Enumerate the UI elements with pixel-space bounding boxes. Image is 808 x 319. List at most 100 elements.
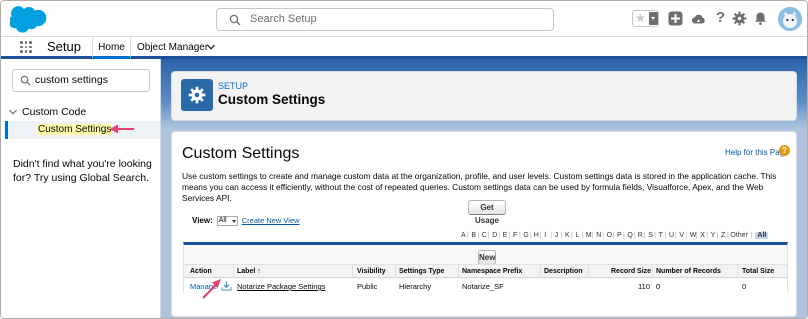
alphabet-filter-f[interactable]: F bbox=[513, 232, 517, 239]
tree-item-custom-settings[interactable]: Custom Settings bbox=[5, 121, 160, 139]
alphabet-separator: | bbox=[560, 232, 563, 239]
help-circle-icon[interactable]: ? bbox=[779, 145, 790, 156]
page-title: Custom Settings bbox=[182, 145, 300, 162]
alphabet-separator: | bbox=[602, 232, 605, 239]
alphabet-filter-d[interactable]: D bbox=[492, 232, 497, 239]
alphabet-separator: | bbox=[664, 232, 667, 239]
create-new-view-link[interactable]: Create New View bbox=[242, 216, 300, 225]
alphabet-filter-g[interactable]: G bbox=[523, 232, 528, 239]
custom-settings-panel: Custom Settings Help for this Page ? Use… bbox=[171, 131, 797, 317]
alphabet-filter-e[interactable]: E bbox=[503, 232, 508, 239]
alphabet-separator: | bbox=[487, 232, 490, 239]
gear-icon bbox=[188, 86, 206, 104]
alphabet-filter-t[interactable]: T bbox=[659, 232, 663, 239]
column-header-settings-type[interactable]: Settings Type bbox=[399, 268, 444, 275]
alphabet-separator: | bbox=[716, 232, 719, 239]
app-launcher-icon[interactable] bbox=[20, 41, 32, 53]
alphabet-filter-b[interactable]: B bbox=[471, 232, 476, 239]
annotation-arrow-icon bbox=[202, 279, 221, 299]
setting-label-link[interactable]: Notarize Package Settings bbox=[237, 282, 325, 291]
alphabet-separator: | bbox=[612, 232, 615, 239]
column-header-record-size[interactable]: Record Size bbox=[611, 268, 651, 275]
alphabet-filter-a[interactable]: A bbox=[461, 232, 466, 239]
search-icon bbox=[229, 14, 241, 26]
alphabet-filter-r[interactable]: R bbox=[638, 232, 643, 239]
alphabet-filter-i[interactable]: I bbox=[544, 232, 546, 239]
alphabet-filter-m[interactable]: M bbox=[586, 232, 592, 239]
alphabet-filter-j[interactable]: J bbox=[555, 232, 559, 239]
alphabet-separator: | bbox=[581, 232, 584, 239]
column-header-description[interactable]: Description bbox=[544, 268, 583, 275]
alphabet-separator: | bbox=[591, 232, 594, 239]
alphabet-filter-v[interactable]: V bbox=[679, 232, 684, 239]
annotation-arrow-icon bbox=[110, 124, 134, 134]
search-icon bbox=[20, 75, 31, 86]
alphabet-filter-c[interactable]: C bbox=[482, 232, 487, 239]
alphabet-separator: | bbox=[529, 232, 532, 239]
column-header-namespace-prefix[interactable]: Namespace Prefix bbox=[462, 268, 522, 275]
alphabet-filter-y[interactable]: Y bbox=[711, 232, 716, 239]
custom-settings-list: New Action Label ↑ Visibility Settings T… bbox=[183, 242, 788, 293]
get-usage-button[interactable]: Get Usage bbox=[468, 200, 506, 225]
column-header-total-size[interactable]: Total Size bbox=[742, 268, 774, 275]
quick-find-input[interactable]: custom settings bbox=[12, 69, 150, 92]
column-header-action: Action bbox=[190, 268, 212, 275]
alphabet-filter-s[interactable]: S bbox=[648, 232, 653, 239]
gear-icon[interactable] bbox=[732, 11, 747, 26]
alphabet-separator: | bbox=[498, 232, 501, 239]
column-divider bbox=[458, 264, 459, 278]
add-icon[interactable] bbox=[668, 11, 683, 26]
trailhead-icon[interactable] bbox=[691, 11, 706, 26]
column-header-label[interactable]: Label ↑ bbox=[237, 268, 261, 275]
cell-total-size: 0 bbox=[742, 282, 747, 291]
alphabet-separator: | bbox=[519, 232, 521, 239]
column-header-number-of-records[interactable]: Number of Records bbox=[656, 268, 721, 275]
setup-gear-tile bbox=[181, 79, 213, 111]
column-divider bbox=[233, 264, 234, 278]
favorites-dropdown-icon[interactable] bbox=[649, 12, 658, 25]
bell-icon[interactable] bbox=[753, 11, 768, 26]
chevron-down-icon[interactable] bbox=[9, 109, 17, 115]
search-placeholder: Search Setup bbox=[250, 13, 317, 25]
alphabet-filter-p[interactable]: P bbox=[617, 232, 622, 239]
alphabet-filter-k[interactable]: K bbox=[565, 232, 570, 239]
new-button[interactable]: New bbox=[478, 250, 496, 265]
global-header: Search Setup ★ ? bbox=[1, 1, 807, 37]
alphabet-filter-x[interactable]: X bbox=[700, 232, 705, 239]
alphabet-separator: | bbox=[727, 232, 729, 239]
user-avatar[interactable] bbox=[778, 7, 802, 31]
alphabet-filter-h[interactable]: H bbox=[534, 232, 539, 239]
app-name: Setup bbox=[47, 39, 81, 54]
global-search-input[interactable]: Search Setup bbox=[216, 8, 554, 31]
alphabet-filter-z[interactable]: Z bbox=[721, 232, 725, 239]
cell-number-of-records: 0 bbox=[656, 282, 661, 291]
chevron-down-icon[interactable] bbox=[207, 44, 215, 50]
tab-object-manager[interactable]: Object Manager bbox=[137, 37, 225, 59]
alphabet-separator: | bbox=[508, 232, 511, 239]
alphabet-filter-other[interactable]: Other bbox=[730, 232, 748, 239]
cell-visibility: Public bbox=[357, 282, 378, 291]
alphabet-separator: | bbox=[654, 232, 657, 239]
tree-node-custom-code[interactable]: Custom Code bbox=[9, 106, 86, 118]
help-icon[interactable]: ? bbox=[713, 9, 728, 26]
alphabet-filter-u[interactable]: U bbox=[669, 232, 674, 239]
favorites-button[interactable]: ★ bbox=[632, 10, 659, 27]
view-select[interactable]: All bbox=[216, 216, 238, 226]
tab-home[interactable]: Home bbox=[92, 37, 131, 59]
alphabet-filter-all[interactable]: All bbox=[755, 232, 769, 239]
alphabet-filter: A | B | C | D | E | F | G | H | I | J | K | L | M | N | O | P | Q | R | S | T |… bbox=[461, 232, 791, 241]
column-divider bbox=[652, 264, 653, 278]
setup-eyebrow: SETUP bbox=[218, 81, 249, 91]
column-header-visibility[interactable]: Visibility bbox=[357, 268, 386, 275]
tree-item-custom-settings-label: Custom Settings bbox=[37, 124, 113, 135]
alphabet-filter-n[interactable]: N bbox=[596, 232, 601, 239]
table-row: Manage Notarize Package Settings Public … bbox=[184, 279, 787, 293]
column-divider bbox=[395, 264, 396, 278]
salesforce-cloud-icon[interactable] bbox=[10, 6, 48, 33]
view-filter-row: View: All Create New View bbox=[192, 216, 300, 226]
alphabet-filter-l[interactable]: L bbox=[575, 232, 579, 239]
alphabet-separator: | bbox=[685, 232, 688, 239]
alphabet-filter-q[interactable]: Q bbox=[627, 232, 632, 239]
alphabet-filter-o[interactable]: O bbox=[607, 232, 612, 239]
app-frame: Search Setup ★ ? Setup Home Object Manag… bbox=[0, 0, 808, 319]
